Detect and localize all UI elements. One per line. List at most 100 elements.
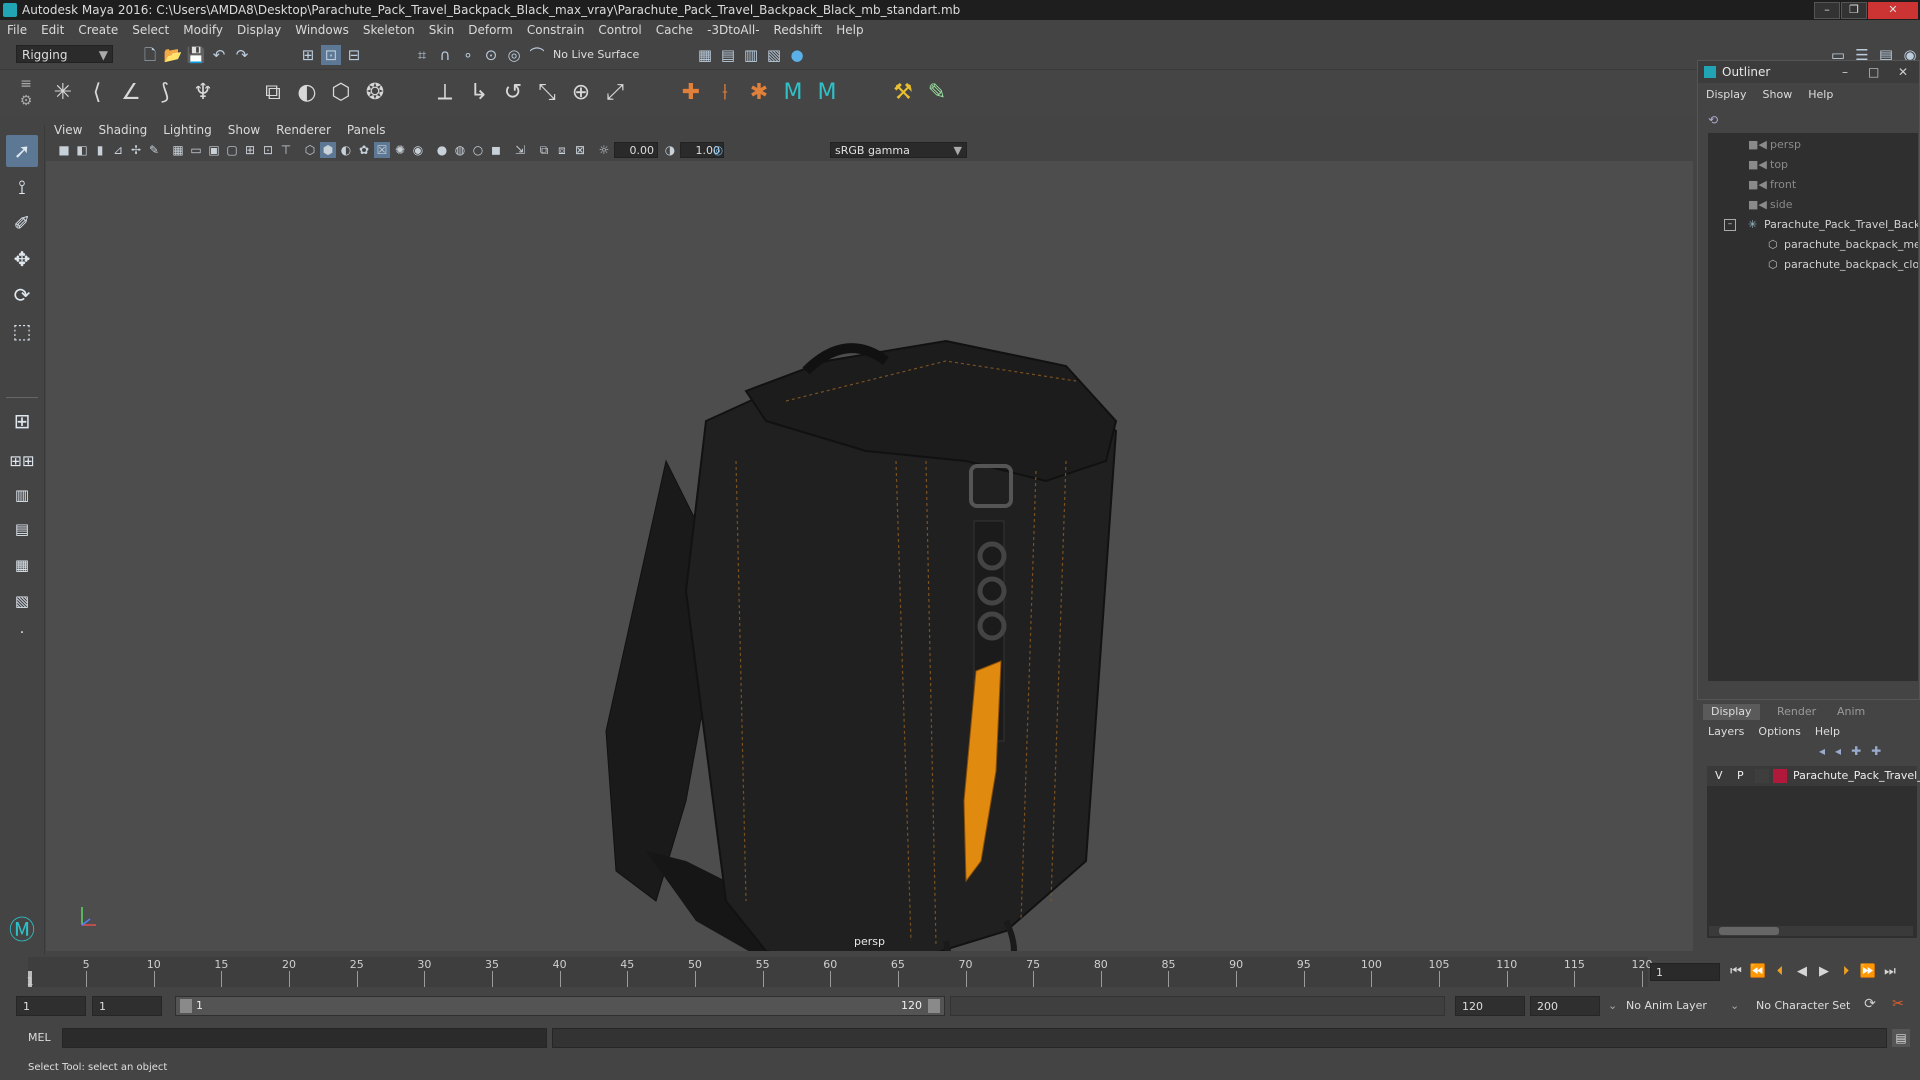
joint-tool-icon[interactable]: ⟨ bbox=[82, 78, 112, 108]
panel-menu-view[interactable]: View bbox=[46, 120, 90, 140]
time-slider-track[interactable]: 1 5 10 15 20 25 30 35 40 45 50 55 60 65 70 75 80 85 90 95 1… bbox=[27, 957, 1653, 988]
x-ray-icon[interactable]: ⇲ bbox=[512, 142, 528, 158]
layer-hscrollbar[interactable] bbox=[1709, 926, 1913, 936]
script-tool-icon[interactable]: ⚒ bbox=[888, 78, 918, 108]
select-object-icon[interactable]: ⊡ bbox=[321, 45, 341, 65]
film-gate-icon[interactable]: ▭ bbox=[188, 142, 204, 158]
ik-fk-icon[interactable]: ⟊ bbox=[710, 78, 740, 108]
animation-start-field[interactable]: 1 bbox=[16, 996, 86, 1016]
rotate-tool-icon[interactable]: ⟳ bbox=[6, 279, 38, 311]
maya-logo-icon[interactable]: M bbox=[778, 78, 808, 108]
backface-culling-icon[interactable]: ⊠ bbox=[572, 142, 588, 158]
outliner-item-side[interactable]: ■◀ side bbox=[1708, 195, 1918, 215]
humanik-icon[interactable]: ♆ bbox=[188, 78, 218, 108]
scale-tool-icon[interactable]: ⬚ bbox=[6, 315, 38, 347]
maximize-button[interactable]: □ bbox=[1868, 61, 1879, 83]
render-view-icon[interactable]: ▤ bbox=[718, 45, 738, 65]
gamma-icon[interactable]: ◑ bbox=[662, 142, 678, 158]
menu-control[interactable]: Control bbox=[591, 20, 648, 41]
tab-anim[interactable]: Anim bbox=[1829, 704, 1873, 720]
render-settings-icon[interactable]: ▦ bbox=[695, 45, 715, 65]
maximize-button[interactable]: ❐ bbox=[1841, 2, 1867, 19]
auto-key-icon[interactable]: ⟳ bbox=[1860, 996, 1880, 1016]
lattice-icon[interactable]: ⬡ bbox=[326, 78, 356, 108]
menu-select[interactable]: Select bbox=[125, 20, 176, 41]
mel-input[interactable] bbox=[62, 1028, 547, 1048]
outliner-item-persp[interactable]: ■◀ persp bbox=[1708, 135, 1918, 155]
menu-create[interactable]: Create bbox=[71, 20, 125, 41]
hypershade-layout-icon[interactable]: ▦ bbox=[6, 549, 38, 581]
use-all-lights-icon[interactable]: ☒ bbox=[374, 142, 390, 158]
layer-menu-options[interactable]: Options bbox=[1751, 722, 1807, 742]
menu-file[interactable]: File bbox=[0, 20, 34, 41]
perspective-viewport[interactable]: persp bbox=[46, 161, 1693, 951]
four-view-layout-icon[interactable]: ⊞⊞ bbox=[6, 445, 38, 477]
ik-joint-tool-icon[interactable]: ✳ bbox=[48, 78, 78, 108]
bookmark-icon[interactable]: ▮ bbox=[92, 142, 108, 158]
single-perspective-layout-icon[interactable]: ⊞ bbox=[6, 405, 38, 437]
color-management-icon[interactable]: ◎ bbox=[710, 142, 726, 158]
tab-render[interactable]: Render bbox=[1769, 704, 1824, 720]
menu-3dtoall[interactable]: -3DtoAll- bbox=[700, 20, 766, 41]
menu-modify[interactable]: Modify bbox=[176, 20, 230, 41]
x-ray-components-icon[interactable]: ⧈ bbox=[554, 142, 570, 158]
isolate-select-icon[interactable]: ◼ bbox=[488, 142, 504, 158]
outliner-menu-help[interactable]: Help bbox=[1800, 85, 1841, 105]
character-set-select[interactable]: ⌄ No Character Set bbox=[1730, 996, 1880, 1016]
menu-edit[interactable]: Edit bbox=[34, 20, 71, 41]
locator-icon[interactable]: ✚ bbox=[676, 78, 706, 108]
menu-display[interactable]: Display bbox=[230, 20, 288, 41]
x-ray-joints-icon[interactable]: ⧉ bbox=[536, 142, 552, 158]
cluster-icon[interactable]: ❂ bbox=[360, 78, 390, 108]
panel-menu-show[interactable]: Show bbox=[220, 120, 268, 140]
shelf-menu-icon[interactable]: ≡ ⚙ bbox=[18, 76, 34, 110]
maya-logo-alt-icon[interactable]: M bbox=[812, 78, 842, 108]
ik-spline-icon[interactable]: ⟆ bbox=[150, 78, 180, 108]
save-scene-icon[interactable]: 💾 bbox=[186, 45, 206, 65]
persp-graph-layout-icon[interactable]: ▤ bbox=[6, 513, 38, 545]
outliner-filter-icon[interactable]: ⟲ bbox=[1708, 113, 1724, 129]
paint-select-tool-icon[interactable]: ✐ bbox=[6, 207, 38, 239]
collapse-toggle-icon[interactable]: – bbox=[1724, 219, 1736, 231]
outliner-item-group[interactable]: – ✳ Parachute_Pack_Travel_Backp bbox=[1708, 215, 1918, 235]
open-scene-icon[interactable]: 📂 bbox=[163, 45, 183, 65]
lasso-tool-icon[interactable]: ⟟ bbox=[6, 171, 38, 203]
persp-outliner-layout-icon[interactable]: ▥ bbox=[6, 479, 38, 511]
layer-visibility-toggle[interactable]: V bbox=[1715, 766, 1723, 786]
outliner-menu-show[interactable]: Show bbox=[1755, 85, 1801, 105]
step-forward-key-button[interactable]: ⏵ bbox=[1836, 963, 1856, 981]
wireframe-icon[interactable]: ⬡ bbox=[302, 142, 318, 158]
field-chart-icon[interactable]: ⊞ bbox=[242, 142, 258, 158]
motion-blur-icon[interactable]: ● bbox=[434, 142, 450, 158]
undo-icon[interactable]: ↶ bbox=[209, 45, 229, 65]
outliner-item-front[interactable]: ■◀ front bbox=[1708, 175, 1918, 195]
layer-menu-layers[interactable]: Layers bbox=[1701, 722, 1751, 742]
range-start-handle[interactable] bbox=[180, 999, 192, 1013]
grease-pencil-icon[interactable]: ✎ bbox=[146, 142, 162, 158]
camera-attributes-icon[interactable]: ◧ bbox=[74, 142, 90, 158]
view-transform-select[interactable]: sRGB gamma ▼ bbox=[830, 142, 967, 158]
menu-constrain[interactable]: Constrain bbox=[520, 20, 592, 41]
resolution-gate-icon[interactable]: ▣ bbox=[206, 142, 222, 158]
aim-constraint-icon[interactable]: ⊕ bbox=[566, 78, 596, 108]
new-scene-icon[interactable]: 🗋 bbox=[140, 45, 160, 65]
step-back-key-button[interactable]: ⏴ bbox=[1770, 963, 1790, 981]
close-button[interactable]: ✕ bbox=[1868, 2, 1918, 19]
range-slider-empty-track[interactable] bbox=[950, 996, 1445, 1016]
exposure-field[interactable]: 0.00 bbox=[614, 142, 658, 158]
ik-handle-icon[interactable]: ∠ bbox=[116, 78, 146, 108]
parent-constraint-icon[interactable]: ⟂ bbox=[430, 78, 460, 108]
play-forwards-button[interactable]: ▶ bbox=[1814, 963, 1834, 981]
select-tool-icon[interactable]: ➚ bbox=[6, 135, 38, 167]
ipr-render-icon[interactable]: ▧ bbox=[764, 45, 784, 65]
outliner-item-mesh-met[interactable]: ⬡ parachute_backpack_met bbox=[1708, 235, 1918, 255]
menu-skeleton[interactable]: Skeleton bbox=[356, 20, 422, 41]
play-backwards-button[interactable]: ◀ bbox=[1792, 963, 1812, 981]
new-layer-selected-icon[interactable]: ✚ bbox=[1871, 744, 1891, 758]
paint-weights-icon[interactable]: ◐ bbox=[292, 78, 322, 108]
step-forward-frame-button[interactable]: ⏩ bbox=[1858, 963, 1878, 981]
exposure-icon[interactable]: ☼ bbox=[596, 142, 612, 158]
redo-icon[interactable]: ↷ bbox=[232, 45, 252, 65]
minimize-button[interactable]: – bbox=[1814, 2, 1840, 19]
playback-start-field[interactable]: 1 bbox=[92, 996, 162, 1016]
